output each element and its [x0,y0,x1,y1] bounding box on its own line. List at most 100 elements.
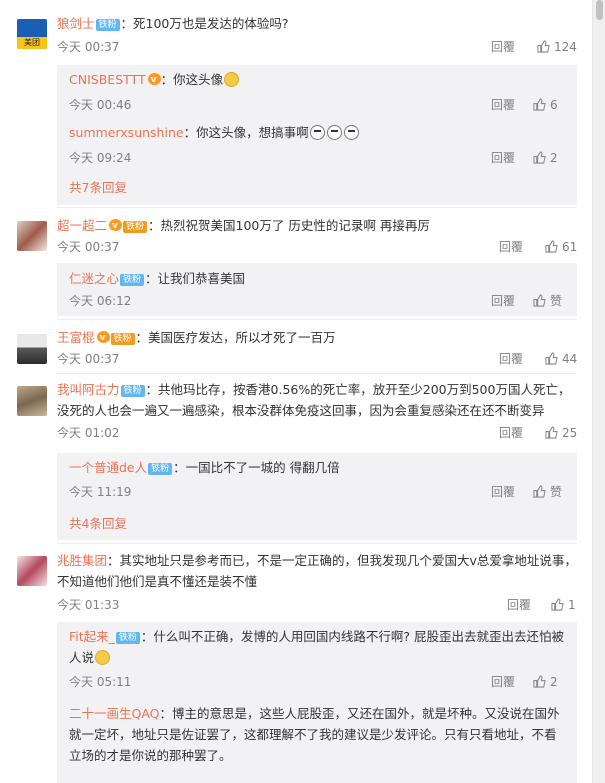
reply-button[interactable]: 回覆 [491,148,515,168]
reply-box: Fit起来_ 铁粉 ：什么叫不正确，发博的人用回国内线路不行啊? 屁股歪出去就歪出去… [57,622,577,783]
like-button[interactable]: 2 [533,148,558,168]
thumbs-up-icon [545,426,558,439]
like-count: 6 [550,98,558,112]
scrollbar-thumb[interactable] [596,0,603,20]
reply-username[interactable]: 一个普通de人 [69,460,147,475]
more-replies-link[interactable]: 共7条回复 [69,177,127,196]
fan-badge[interactable]: 铁粉 [110,333,135,345]
comment-time: 今天 00:37 [57,240,120,254]
fan-badge[interactable]: 铁粉 [148,463,173,475]
thumbs-up-icon [533,485,546,498]
like-button[interactable]: 44 [545,349,577,369]
reply-username[interactable]: 二十一画生QAQ [69,706,160,721]
like-button[interactable]: 1 [551,595,576,615]
fan-badge[interactable]: 铁粉 [123,221,148,233]
like-button[interactable]: 赞 [533,482,562,502]
comment-text: ：热烈祝贺美国100万了 历史性的记录啊 再接再厉 [148,218,430,233]
vip-icon [96,328,110,349]
reply-button[interactable]: 回覆 [499,237,523,257]
avatar[interactable] [17,334,47,364]
like-button[interactable]: 2 [533,672,558,692]
divider [57,207,577,208]
reply-button[interactable]: 回覆 [491,291,515,311]
reply-5: Fit起来_ 铁粉 ：什么叫不正确，发博的人用回国内线路不行啊? 屁股歪出去就歪出去… [69,626,565,692]
comment-text: ：美国医疗发达，所以才死了一百万 [135,330,336,345]
emoji-icon [95,650,111,665]
comment-username[interactable]: 我叫阿古力 [57,382,120,397]
reply-button[interactable]: 回覆 [491,95,515,115]
like-count: 2 [550,675,558,689]
divider [57,543,577,544]
divider [57,319,577,320]
comment-1: 狼剑士 铁粉 ：死100万也是发达的体验吗? 今天 00:37 回覆 124 [57,13,578,57]
reply-username[interactable]: CNISBESTTT [69,72,146,87]
like-button[interactable]: 61 [545,237,577,257]
reply-text: ：让我们恭喜美国 [145,271,246,286]
comment-username[interactable]: 王富棍 [57,330,95,345]
comment-text: ：其实地址只是参考而已，不是一定正确的，但我发现几个爱国大v总爱拿地址说事，不知… [57,553,577,589]
emoji-icon [326,125,342,140]
reply-3: 仁迷之心 铁粉 ：让我们恭喜美国 今天 06:12 回覆 赞 [69,268,565,311]
emoji-icon [224,72,240,87]
like-button[interactable]: 124 [537,37,577,57]
emoji-icon [309,125,325,140]
reply-time: 今天 05:11 [69,675,132,689]
reply-button[interactable]: 回覆 [491,672,515,692]
comments-page: 美团 狼剑士 铁粉 ：死100万也是发达的体验吗? 今天 00:37 回覆 124 … [0,0,592,783]
reply-button[interactable]: 回覆 [491,482,515,502]
comment-username[interactable]: 超一超二 [57,218,107,233]
scrollbar[interactable] [592,0,605,783]
like-count: 1 [568,598,576,612]
reply-username[interactable]: Fit起来_ [69,629,115,644]
reply-time: 今天 09:24 [69,151,132,165]
thumbs-up-icon [533,294,546,307]
reply-box: CNISBESTTT ：你这头像 今天 00:46 回覆 6 summerxsun… [57,65,577,205]
more-replies-link[interactable]: 共4条回复 [69,513,127,532]
avatar[interactable] [17,386,47,416]
fan-badge[interactable]: 铁粉 [115,632,140,644]
reply-6: 二十一画生QAQ：博主的意思是，这些人屁股歪，又还在国外，就是坏种。又没说在国外… [69,703,565,766]
comment-username[interactable]: 狼剑士 [57,16,95,31]
vip-icon [147,70,161,91]
comment-5: 兆胜集团：其实地址只是参考而已，不是一定正确的，但我发现几个爱国大v总爱拿地址说… [57,550,578,615]
reply-2: summerxsunshine：你这头像，想搞事啊 今天 09:24 回覆 2 [69,122,565,168]
fan-badge[interactable]: 铁粉 [95,19,120,31]
thumbs-up-icon [533,98,546,111]
reply-button[interactable]: 回覆 [499,423,523,443]
comment-3: 王富棍 铁粉：美国医疗发达，所以才死了一百万 今天 00:37 回覆 44 [57,327,578,369]
reply-button[interactable]: 回覆 [491,37,515,57]
like-button[interactable]: 6 [533,95,558,115]
avatar[interactable] [17,556,47,586]
reply-button[interactable]: 回覆 [499,349,523,369]
like-count: 赞 [550,294,563,308]
reply-time: 今天 11:19 [69,485,132,499]
like-count: 2 [550,151,558,165]
like-button[interactable]: 赞 [533,291,562,311]
reply-time: 今天 00:46 [69,98,132,112]
comment-time: 今天 00:37 [57,40,120,54]
comment-username[interactable]: 兆胜集团 [57,553,107,568]
comment-time: 今天 00:37 [57,352,120,366]
reply-text: ：什么叫不正确，发博的人用回国内线路不行啊? 屁股歪出去就歪出去还怕被人说 [69,629,565,665]
comment-2: 超一超二 铁粉：热烈祝贺美国100万了 历史性的记录啊 再接再厉 今天 00:37… [57,215,578,257]
fan-badge[interactable]: 铁粉 [120,274,145,286]
reply-button[interactable]: 回覆 [507,595,531,615]
like-count: 124 [554,40,577,54]
reply-text: ：你这头像，想搞事啊 [183,125,309,140]
comment-time: 今天 01:02 [57,426,120,440]
comment-4: 我叫阿古力 铁粉 ：共他玛比存，按香港0.56%的死亡率，放开至少200万到500万… [57,379,578,443]
like-count: 25 [562,426,578,440]
reply-box: 一个普通de人 铁粉 ：一国比不了一城的 得翻几倍 今天 11:19 回覆 赞 共4… [57,453,577,540]
thumbs-up-icon [551,598,564,611]
avatar[interactable] [17,221,47,251]
reply-username[interactable]: 仁迷之心 [69,271,119,286]
comment-time: 今天 01:33 [57,598,120,612]
avatar[interactable]: 美团 [17,19,47,49]
reply-username[interactable]: summerxsunshine [69,125,184,140]
fan-badge[interactable]: 铁粉 [120,385,145,397]
like-button[interactable]: 25 [545,423,577,443]
reply-text: ：一国比不了一城的 得翻几倍 [173,460,340,475]
reply-time: 今天 06:12 [69,294,132,308]
vip-icon [109,216,123,237]
divider [57,373,577,374]
